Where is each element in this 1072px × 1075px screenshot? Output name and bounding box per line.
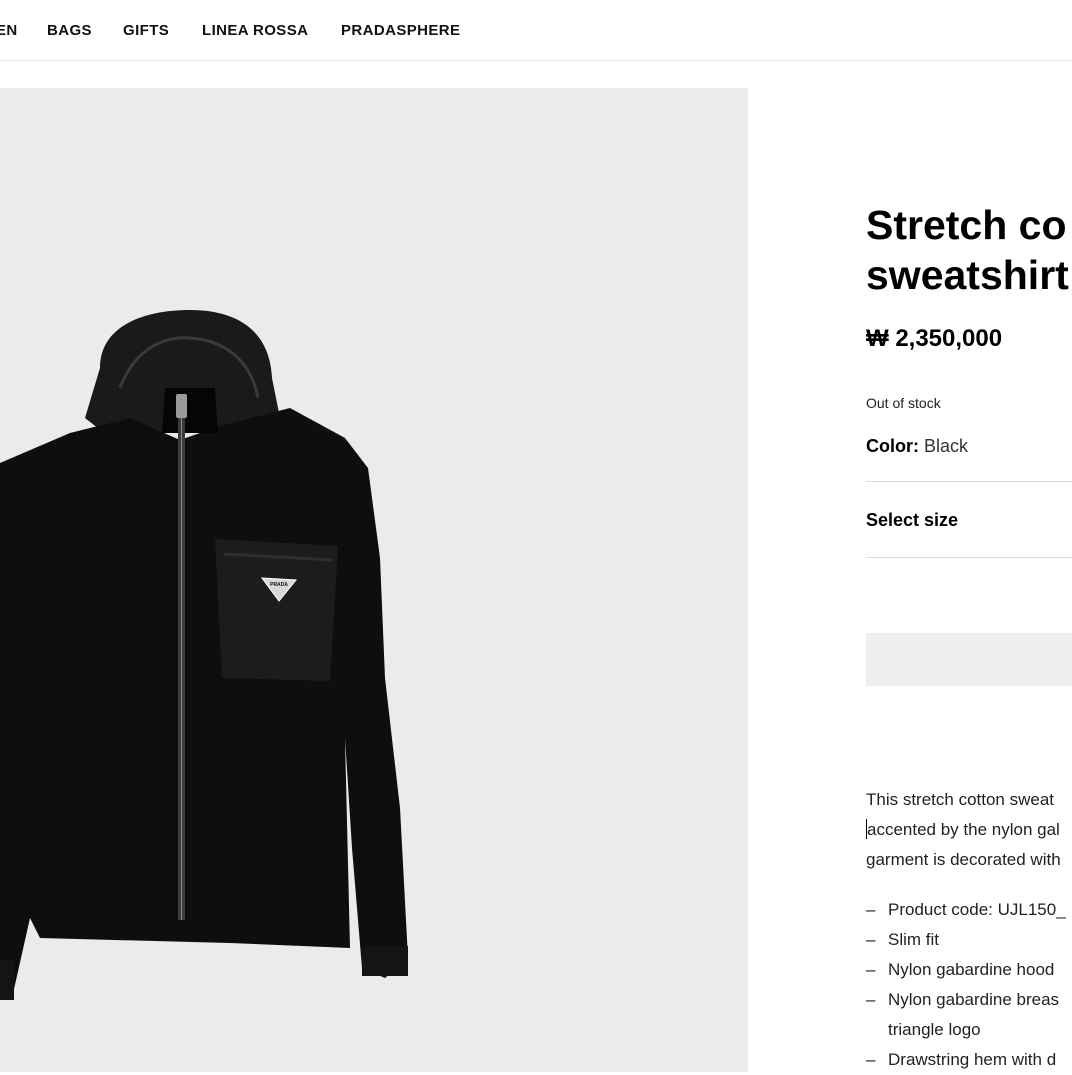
neck-opening [162,388,218,433]
nav-item-women[interactable]: EN [0,22,18,39]
list-item-text: triangle logo [888,1020,981,1039]
list-item-text: Nylon gabardine hood [888,960,1055,979]
description-line: accented by the nylon gal [866,815,1072,845]
product-title: Stretch co sweatshirt [866,200,1069,300]
description-line-text: accented by the nylon gal [867,820,1060,839]
description-line: garment is decorated with [866,850,1061,869]
right-cuff [362,946,408,976]
color-value: Black [924,436,969,456]
list-item: – Slim fit [866,925,1072,955]
nav-item-bags[interactable]: BAGS [47,22,92,39]
product-details-list: – Product code: UJL150_ – Slim fit – Nylon … [866,895,1072,1075]
jacket-body [0,408,408,1000]
divider-bottom [866,557,1072,558]
top-navigation: EN BAGS GIFTS LINEA ROSSA PRADASPHERE [0,0,1072,61]
product-title-line1: Stretch co [866,202,1067,248]
description-line: This stretch cotton sweat [866,790,1055,809]
list-item-text: Drawstring hem with d [888,1050,1057,1069]
left-cuff [0,960,14,1000]
product-title-line2: sweatshirt [866,252,1069,298]
dash-icon: – [866,930,876,949]
list-item: – Product code: UJL150_ [866,895,1072,925]
dash-icon: – [866,900,876,919]
list-item-text: Nylon gabardine breas [888,990,1060,1009]
add-to-bag-button[interactable] [866,633,1072,686]
dash-icon: – [866,1050,876,1069]
list-item-text: Product code: UJL150_ [888,900,1066,919]
stock-status: Out of stock [866,395,941,411]
list-item-text: Slim fit [888,930,939,949]
product-image[interactable]: PRADA [0,88,748,1072]
nav-item-gifts[interactable]: GIFTS [123,22,169,39]
logo-text: PRADA [270,582,288,588]
color-label: Color: [866,436,919,456]
jacket-illustration: PRADA [0,310,408,1000]
product-price: ₩ 2,350,000 [866,325,1003,352]
product-description: This stretch cotton sweat accented by th… [866,785,1072,875]
list-item: – Drawstring hem with d [866,1045,1072,1075]
list-item: – Nylon gabardine hood [866,955,1072,985]
select-size-button[interactable]: Select size [866,482,1072,557]
nav-item-linea-rossa[interactable]: LINEA ROSSA [202,22,308,39]
nav-item-pradasphere[interactable]: PRADASPHERE [341,22,460,39]
list-item: – Nylon gabardine breas [866,985,1072,1015]
zipper-pull [176,394,187,418]
dash-icon: – [866,990,876,1009]
list-item-continued: triangle logo [866,1015,1072,1045]
dash-icon: – [866,960,876,979]
color-row: Color: Black [866,436,968,457]
